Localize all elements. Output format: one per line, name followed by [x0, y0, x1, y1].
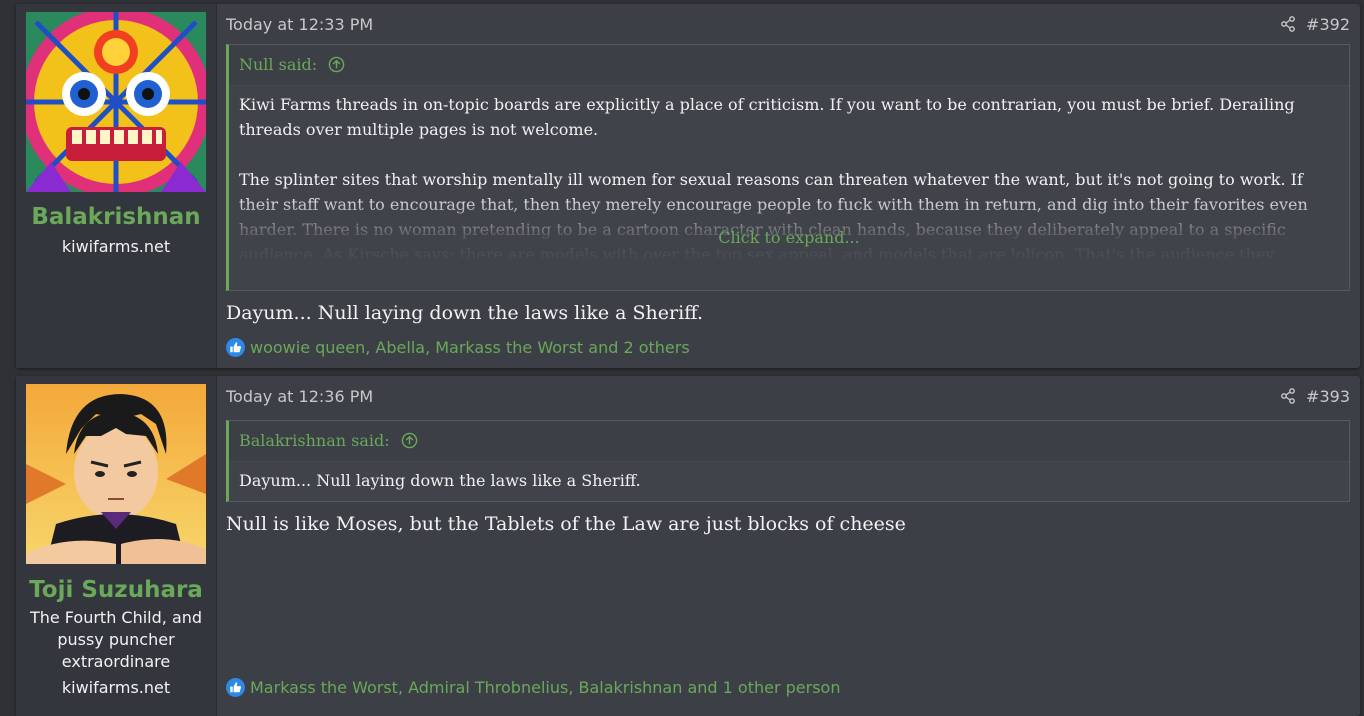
reactions-bar[interactable]: Markass the Worst, Admiral Throbnelius, … — [226, 678, 840, 697]
quote-author-label[interactable]: Null said: — [239, 55, 317, 74]
quote-author[interactable]: Balakrishnan said: — [229, 421, 1349, 462]
like-icon — [226, 678, 245, 697]
quote-block: Null said: Kiwi Farms threads in on-topi… — [226, 44, 1350, 291]
post-message: Null is like Moses, but the Tablets of t… — [226, 513, 906, 535]
avatar[interactable] — [26, 384, 206, 564]
post-date[interactable]: Today at 12:33 PM — [226, 15, 373, 34]
arrow-up-circle-icon[interactable] — [401, 432, 418, 449]
user-cell: Balakrishnan kiwifarms.net — [16, 4, 217, 368]
share-icon[interactable] — [1280, 16, 1296, 32]
quote-content: Kiwi Farms threads in on-topic boards ar… — [229, 86, 1349, 258]
reactions-text[interactable]: woowie queen, Abella, Markass the Worst … — [250, 338, 690, 357]
reactions-text[interactable]: Markass the Worst, Admiral Throbnelius, … — [250, 678, 840, 697]
avatar[interactable] — [26, 12, 206, 192]
arrow-up-circle-icon[interactable] — [328, 56, 345, 73]
user-title: The Fourth Child, and pussy puncher extr… — [29, 608, 203, 671]
share-icon[interactable] — [1280, 388, 1296, 404]
quote-paragraph: Kiwi Farms threads in on-topic boards ar… — [239, 95, 1295, 139]
quote-content: Dayum... Null laying down the laws like … — [229, 462, 1349, 499]
post-392: Balakrishnan kiwifarms.net Today at 12:3… — [16, 4, 1360, 368]
post-number[interactable]: #392 — [1306, 15, 1350, 34]
reactions-bar[interactable]: woowie queen, Abella, Markass the Worst … — [226, 338, 690, 357]
user-site: kiwifarms.net — [61, 678, 171, 697]
post-date[interactable]: Today at 12:36 PM — [226, 387, 373, 406]
click-to-expand-link[interactable]: Click to expand... — [229, 225, 1349, 250]
like-icon — [226, 338, 245, 357]
post-number[interactable]: #393 — [1306, 387, 1350, 406]
quote-paragraph: Dayum... Null laying down the laws like … — [239, 471, 641, 490]
quote-author[interactable]: Null said: — [229, 45, 1349, 86]
post-393: Toji Suzuhara The Fourth Child, and puss… — [16, 376, 1360, 716]
username[interactable]: Balakrishnan — [16, 204, 216, 230]
user-site: kiwifarms.net — [61, 237, 171, 256]
username[interactable]: Toji Suzuhara — [16, 577, 216, 603]
quote-block: Balakrishnan said: Dayum... Null laying … — [226, 420, 1350, 502]
post-message: Dayum... Null laying down the laws like … — [226, 302, 704, 324]
quote-author-label[interactable]: Balakrishnan said: — [239, 431, 390, 450]
user-cell: Toji Suzuhara The Fourth Child, and puss… — [16, 376, 217, 716]
